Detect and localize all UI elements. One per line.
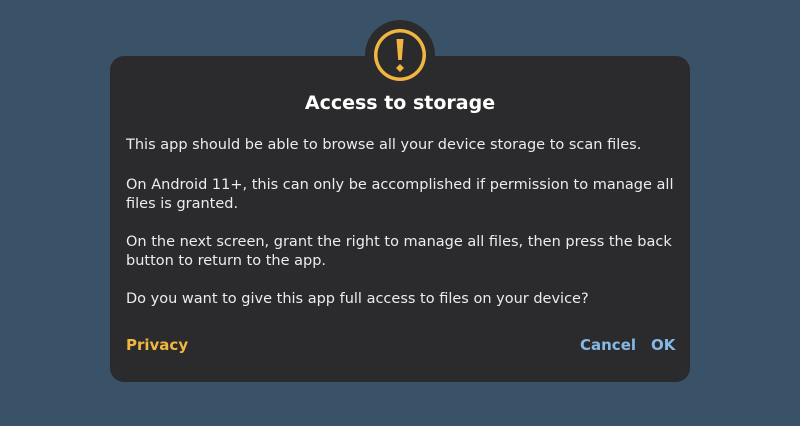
dialog-paragraph-3: On the next screen, grant the right to m… — [126, 234, 672, 269]
dialog-paragraph-4: Do you want to give this app full access… — [126, 291, 589, 307]
dialog-paragraph-2: On Android 11+, this can only be accompl… — [126, 177, 674, 212]
dialog-title: Access to storage — [304, 92, 496, 114]
storage-access-dialog: Access to storage This app should be abl… — [110, 56, 690, 382]
alert-badge — [365, 20, 435, 90]
privacy-button[interactable]: Privacy — [126, 336, 188, 354]
exclamation-icon — [374, 29, 426, 81]
dialog-paragraph-1: This app should be able to browse all yo… — [126, 137, 642, 153]
ok-button[interactable]: OK — [651, 336, 675, 354]
cancel-button[interactable]: Cancel — [580, 336, 636, 354]
